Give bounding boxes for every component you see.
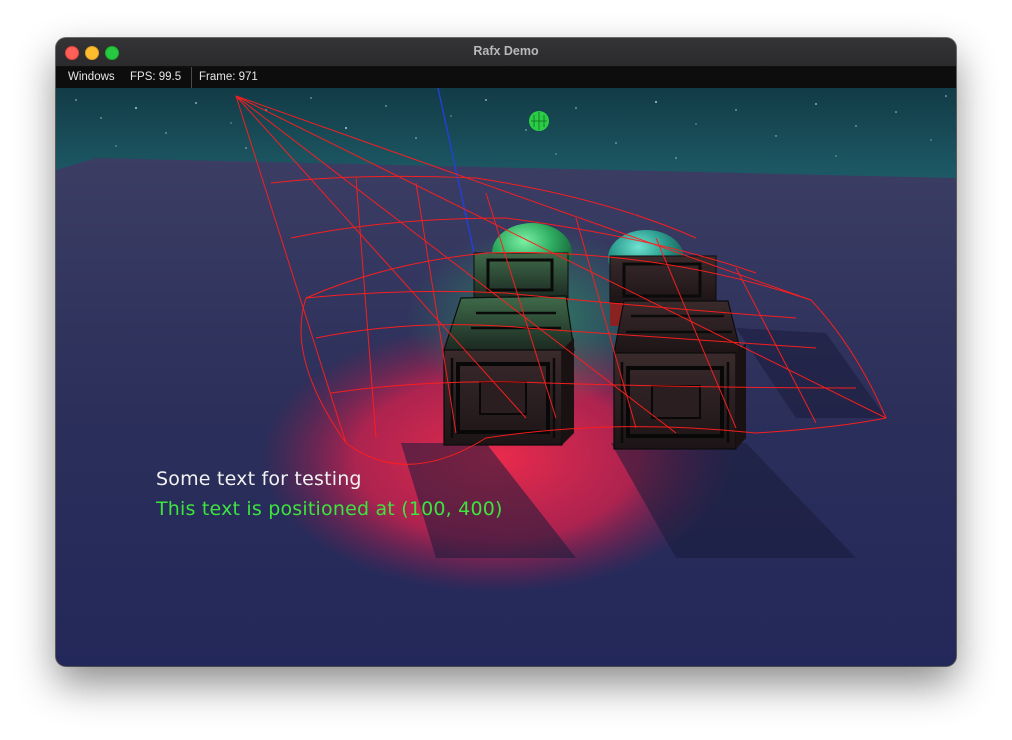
- title-bar[interactable]: Rafx Demo: [56, 38, 956, 67]
- overlay-text-green: This text is positioned at (100, 400): [156, 498, 503, 520]
- overlay-text-white: Some text for testing: [156, 468, 362, 490]
- fps-readout: FPS: 99.5: [130, 71, 182, 83]
- crate-front-left: [443, 295, 575, 446]
- window-title: Rafx Demo: [473, 44, 539, 58]
- app-window: Rafx Demo Windows FPS: 99.5 Frame: 971 S…: [56, 38, 956, 666]
- menu-divider: [191, 67, 192, 88]
- scene-canvas: [56, 88, 956, 666]
- windows-menu[interactable]: Windows: [68, 71, 115, 83]
- frame-readout: Frame: 971: [199, 71, 258, 83]
- menu-bar: Windows FPS: 99.5 Frame: 971: [56, 67, 956, 88]
- render-viewport[interactable]: Some text for testing This text is posit…: [56, 88, 956, 666]
